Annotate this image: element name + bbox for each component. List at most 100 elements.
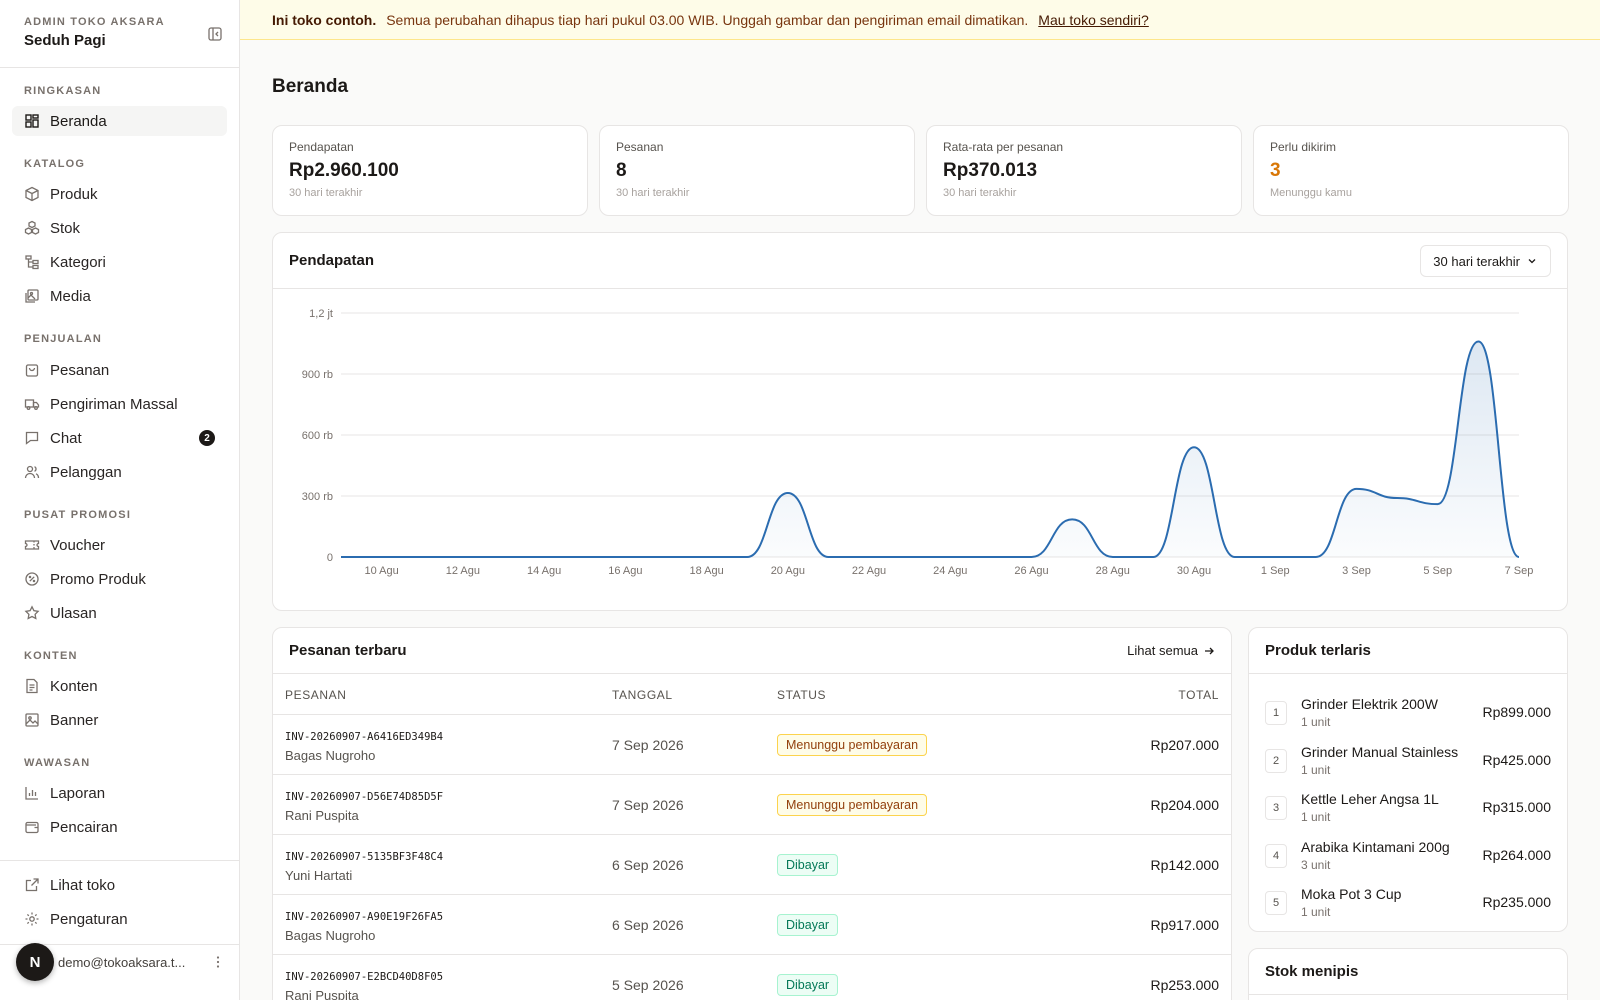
table-row[interactable]: INV-20260907-A90E19F26FA5 Bagas Nugroho 6 …	[273, 895, 1231, 955]
card-header: Pesanan terbaru Lihat semua	[273, 628, 1231, 674]
group-label-katalog: KATALOG	[24, 158, 86, 170]
user-menu[interactable]: N demo@tokoaksara.t...	[16, 942, 226, 982]
data-point[interactable]	[1393, 494, 1401, 502]
order-customer: Yuni Hartati	[285, 868, 353, 883]
shopping-bag-icon	[24, 362, 40, 378]
order-customer: Bagas Nugroho	[285, 928, 376, 943]
status-badge: Dibayar	[777, 974, 839, 996]
x-tick-label: 16 Agu	[608, 565, 642, 577]
chevron-down-icon	[1526, 255, 1538, 267]
sidebar-item-beranda[interactable]: Beranda	[12, 106, 227, 136]
range-select-value: 30 hari terakhir	[1433, 253, 1520, 269]
data-point[interactable]	[1515, 553, 1523, 561]
stat-card-pesanan: Pesanan 8 30 hari terakhir	[599, 125, 915, 216]
order-date: 6 Sep 2026	[612, 917, 684, 933]
list-item[interactable]: 5 Moka Pot 3 Cup 1 unit Rp235.000	[1265, 886, 1551, 930]
order-customer: Rani Puspita	[285, 808, 359, 823]
table-row[interactable]: INV-20260907-5135BF3F48C4 Yuni Hartati 6 S…	[273, 835, 1231, 895]
product-name: Arabika Kintamani 200g	[1301, 838, 1450, 855]
data-point[interactable]	[459, 553, 467, 561]
sidebar-item-promo-produk[interactable]: Promo Produk	[12, 564, 227, 594]
product-rank: 4	[1265, 843, 1287, 868]
banner-link[interactable]: Mau toko sendiri?	[1038, 12, 1149, 28]
best-sellers-card: Produk terlaris 1 Grinder Elektrik 200W 1 …	[1248, 627, 1568, 932]
data-point[interactable]	[906, 553, 914, 561]
data-point[interactable]	[946, 553, 954, 561]
list-item[interactable]: 3 Kettle Leher Angsa 1L 1 unit Rp315.000	[1265, 791, 1551, 835]
sidebar-item-pengiriman-massal[interactable]: Pengiriman Massal	[12, 389, 227, 419]
product-rank: 1	[1265, 701, 1287, 725]
sidebar-item-lihat-toko[interactable]: Lihat toko	[12, 870, 227, 900]
group-label-wawasan: WAWASAN	[24, 757, 91, 769]
data-point[interactable]	[662, 553, 670, 561]
x-tick-label: 14 Agu	[527, 565, 561, 577]
sidebar-item-pengaturan[interactable]: Pengaturan	[12, 904, 227, 934]
sidebar-item-label: Stok	[50, 219, 81, 237]
sidebar-item-label: Pesanan	[50, 361, 110, 379]
stat-subtitle: 30 hari terakhir	[943, 187, 1017, 199]
data-point[interactable]	[865, 553, 873, 561]
chat-unread-badge: 2	[199, 430, 215, 446]
card-title: Pendapatan	[289, 252, 375, 269]
sidebar-item-kategori[interactable]: Kategori	[12, 247, 227, 277]
sidebar-item-produk[interactable]: Produk	[12, 179, 227, 209]
data-point[interactable]	[1231, 553, 1239, 561]
stat-value: Rp2.960.100	[289, 160, 399, 181]
external-link-icon	[24, 877, 40, 893]
boxes-icon	[24, 220, 40, 236]
sidebar-item-pelanggan[interactable]: Pelanggan	[12, 457, 227, 487]
sidebar-item-stok[interactable]: Stok	[12, 213, 227, 243]
product-name: Moka Pot 3 Cup	[1301, 886, 1402, 902]
order-customer: Bagas Nugroho	[285, 748, 376, 763]
sidebar-item-konten[interactable]: Konten	[12, 671, 227, 701]
data-point[interactable]	[581, 553, 589, 561]
product-name: Grinder Elektrik 200W	[1301, 696, 1438, 712]
data-point[interactable]	[337, 553, 345, 561]
data-point[interactable]	[540, 553, 548, 561]
sidebar-item-chat[interactable]: Chat 2	[12, 423, 227, 453]
data-point[interactable]	[1109, 553, 1117, 561]
data-point[interactable]	[1068, 515, 1076, 523]
y-tick-label: 1,2 jt	[309, 308, 333, 320]
sidebar-item-pesanan[interactable]: Pesanan	[12, 355, 227, 385]
table-row[interactable]: INV-20260907-A6416ED349B4 Bagas Nugroho 7 …	[273, 715, 1231, 775]
sidebar-item-label: Beranda	[50, 112, 107, 130]
data-point[interactable]	[621, 553, 629, 561]
sidebar-item-media[interactable]: Media	[12, 281, 227, 311]
sidebar-item-ulasan[interactable]: Ulasan	[12, 598, 227, 628]
list-item[interactable]: 1 Grinder Elektrik 200W 1 unit Rp899.000	[1265, 696, 1551, 740]
data-point[interactable]	[743, 553, 751, 561]
list-item[interactable]: 2 Grinder Manual Stainless 1 unit Rp425.000	[1265, 744, 1551, 788]
sidebar-item-voucher[interactable]: Voucher	[12, 530, 227, 560]
data-point[interactable]	[378, 553, 386, 561]
data-point[interactable]	[784, 489, 792, 497]
view-all-link[interactable]: Lihat semua	[1127, 643, 1215, 658]
sidebar-item-banner[interactable]: Banner	[12, 705, 227, 735]
ticket-icon	[24, 537, 40, 553]
table-row[interactable]: INV-20260907-E2BCD40D8F05 Rani Puspita 5 S…	[273, 955, 1231, 1000]
sidebar-item-label: Pencairan	[50, 818, 118, 836]
data-point[interactable]	[1312, 553, 1320, 561]
data-point[interactable]	[1353, 485, 1361, 493]
x-tick-label: 1 Sep	[1261, 565, 1290, 577]
table-row[interactable]: INV-20260907-D56E74D85D5F Rani Puspita 7 S…	[273, 775, 1231, 835]
data-point[interactable]	[1149, 553, 1157, 561]
list-item[interactable]: 4 Arabika Kintamani 200g 3 unit Rp264.000	[1265, 839, 1551, 883]
sidebar-collapse-icon[interactable]	[207, 26, 223, 42]
data-point[interactable]	[418, 553, 426, 561]
order-date: 7 Sep 2026	[612, 797, 684, 813]
stat-value: 3	[1270, 160, 1281, 181]
sidebar-item-pencairan[interactable]: Pencairan	[12, 812, 227, 842]
data-point[interactable]	[1028, 553, 1036, 561]
data-point[interactable]	[499, 553, 507, 561]
range-select[interactable]: 30 hari terakhir	[1420, 245, 1551, 277]
data-point[interactable]	[824, 553, 832, 561]
more-vertical-icon[interactable]	[210, 954, 226, 970]
data-point[interactable]	[1474, 337, 1482, 345]
data-point[interactable]	[1190, 443, 1198, 451]
data-point[interactable]	[987, 553, 995, 561]
data-point[interactable]	[703, 553, 711, 561]
data-point[interactable]	[1434, 500, 1442, 508]
sidebar-item-laporan[interactable]: Laporan	[12, 778, 227, 808]
data-point[interactable]	[1271, 553, 1279, 561]
